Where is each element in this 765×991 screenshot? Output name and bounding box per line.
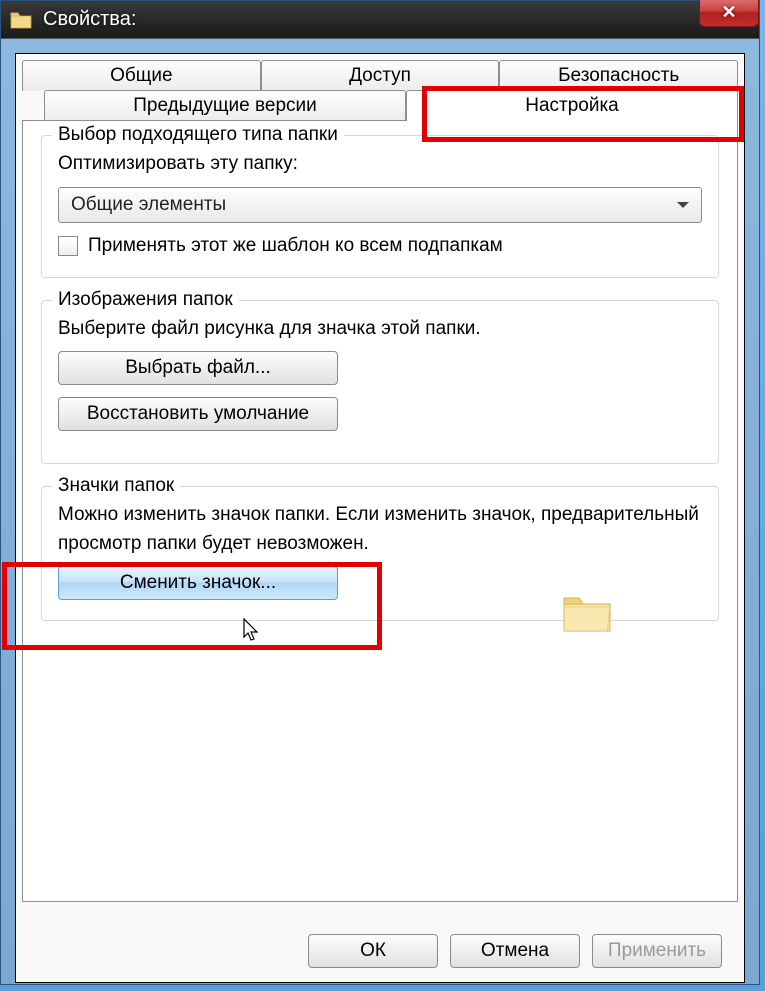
dialog-buttons: ОК Отмена Применить: [308, 934, 722, 968]
dialog-body: Общие Доступ Безопасность Предыдущие вер…: [15, 53, 745, 983]
folder-preview-icon: [561, 592, 613, 634]
tab-general[interactable]: Общие: [22, 60, 261, 91]
restore-default-button[interactable]: Восстановить умолчание: [58, 397, 338, 431]
folder-images-description: Выберите файл рисунка для значка этой па…: [58, 315, 702, 344]
optimize-dropdown[interactable]: Общие элементы: [58, 187, 702, 223]
folder-icons-group: Значки папок Можно изменить значок папки…: [41, 486, 719, 621]
dropdown-value: Общие элементы: [71, 194, 226, 216]
tab-security[interactable]: Безопасность: [499, 60, 738, 91]
tab-content: Выбор подходящего типа папки Оптимизиров…: [22, 120, 738, 902]
cancel-button[interactable]: Отмена: [450, 934, 580, 968]
choose-file-button[interactable]: Выбрать файл...: [58, 351, 338, 385]
folder-icons-description: Можно изменить значок папки. Если измени…: [58, 501, 702, 558]
window-title: Свойства:: [43, 8, 136, 31]
ok-button[interactable]: ОК: [308, 934, 438, 968]
titlebar[interactable]: Свойства: ✕: [1, 1, 759, 39]
tab-customize[interactable]: Настройка: [406, 90, 738, 121]
close-icon: ✕: [721, 2, 736, 23]
folder-type-group: Выбор подходящего типа папки Оптимизиров…: [41, 135, 719, 278]
folder-type-title: Выбор подходящего типа папки: [52, 124, 344, 146]
chevron-down-icon: [677, 202, 689, 208]
optimize-label: Оптимизировать эту папку:: [58, 150, 702, 179]
folder-icon: [9, 10, 33, 30]
folder-images-title: Изображения папок: [52, 289, 239, 311]
apply-button[interactable]: Применить: [592, 934, 722, 968]
folder-icons-title: Значки папок: [52, 475, 180, 497]
apply-template-checkbox[interactable]: [58, 236, 78, 256]
change-icon-button[interactable]: Сменить значок...: [58, 566, 338, 600]
cursor-icon: [242, 617, 262, 643]
folder-images-group: Изображения папок Выберите файл рисунка …: [41, 300, 719, 465]
tabs: Общие Доступ Безопасность Предыдущие вер…: [22, 60, 738, 121]
properties-dialog: Свойства: ✕ Общие Доступ Безопасность Пр…: [0, 0, 760, 985]
close-button[interactable]: ✕: [699, 0, 759, 27]
apply-template-label: Применять этот же шаблон ко всем подпапк…: [88, 235, 503, 257]
tab-previous-versions[interactable]: Предыдущие версии: [44, 90, 406, 121]
tab-sharing[interactable]: Доступ: [261, 60, 500, 91]
